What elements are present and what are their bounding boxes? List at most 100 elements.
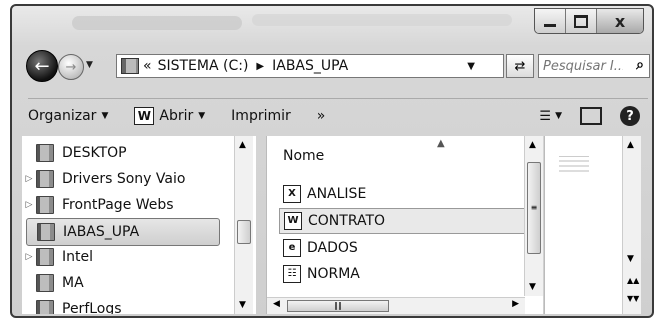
scroll-up-icon[interactable]: ▲: [239, 140, 246, 150]
nav-item-label: Drivers Sony Vaio: [62, 171, 186, 187]
chevron-down-icon: ▼: [198, 111, 206, 121]
explorer-window: x ← → ▼ « SISTEMA (C:) ▶ IABAS_UPA ▼ ⇄ ⌕…: [10, 4, 654, 318]
file-item-norma[interactable]: ☷ NORMA: [283, 262, 360, 286]
print-button[interactable]: Imprimir: [231, 108, 291, 124]
refresh-icon: ⇄: [514, 58, 526, 74]
address-row: ← → ▼ « SISTEMA (C:) ▶ IABAS_UPA ▼ ⇄ ⌕: [12, 46, 652, 82]
nav-item-intel[interactable]: ▷ Intel: [22, 244, 93, 270]
more-commands-button[interactable]: »: [317, 108, 326, 124]
chevron-down-icon: ▼: [86, 60, 93, 70]
refresh-button[interactable]: ⇄: [506, 54, 534, 78]
file-list-vertical-scrollbar[interactable]: ▲ ≡ ▼: [524, 136, 543, 296]
back-arrow-icon: ←: [34, 55, 50, 77]
file-item-analise[interactable]: X ANALISE: [283, 182, 366, 206]
recent-pages-dropdown[interactable]: ▼: [86, 60, 93, 70]
file-item-label: CONTRATO: [308, 213, 386, 229]
command-bar: Organizar ▼ W Abrir ▼ Imprimir » ☰ ▼ ?: [28, 98, 648, 133]
forward-arrow-icon: →: [65, 59, 77, 75]
forward-button[interactable]: →: [58, 54, 84, 80]
open-button[interactable]: W Abrir ▼: [134, 107, 205, 125]
navigation-pane: DESKTOP ▷ Drivers Sony Vaio ▷ FrontPage …: [22, 136, 256, 314]
address-bar[interactable]: « SISTEMA (C:) ▶ IABAS_UPA ▼: [116, 54, 504, 78]
toolbar-right: ☰ ▼ ?: [539, 106, 640, 126]
file-item-label: DADOS: [307, 240, 358, 256]
preview-pane: ▲ ▼ ▲▲ ▼▼: [544, 136, 641, 314]
view-options-icon[interactable]: ☰: [539, 109, 551, 124]
nav-item-label: FrontPage Webs: [62, 197, 174, 213]
maximize-icon: [574, 14, 588, 28]
folder-icon: [36, 170, 54, 188]
pdf-file-icon: ☷: [283, 265, 301, 283]
nav-item-perflogs[interactable]: PerfLogs: [22, 296, 122, 314]
folder-icon: [36, 300, 54, 314]
scroll-right-icon[interactable]: ▶: [512, 299, 519, 309]
breadcrumb-folder[interactable]: IABAS_UPA: [272, 58, 348, 74]
scroll-left-icon[interactable]: ◀: [273, 299, 280, 309]
next-page-icon[interactable]: ▼▼: [627, 294, 639, 303]
preview-scrollbar[interactable]: ▲ ▼ ▲▲ ▼▼: [622, 136, 641, 314]
close-icon: x: [614, 11, 626, 31]
file-list-horizontal-scrollbar[interactable]: ◀ ∥∥ ▶: [267, 297, 525, 314]
folder-icon: [36, 196, 54, 214]
spreadsheet-file-icon: X: [283, 185, 301, 203]
breadcrumb-separator-icon[interactable]: ▶: [256, 61, 264, 72]
organize-label: Organizar: [28, 108, 97, 124]
file-item-dados[interactable]: e DADOS: [283, 236, 358, 260]
scroll-thumb[interactable]: ≡: [527, 162, 541, 254]
address-dropdown-icon[interactable]: ▼: [467, 61, 475, 72]
chevron-down-icon: ▼: [101, 111, 109, 121]
nav-item-iabas-upa[interactable]: IABAS_UPA: [26, 218, 220, 246]
view-dropdown-icon[interactable]: ▼: [555, 111, 562, 121]
previous-page-icon[interactable]: ▲▲: [627, 276, 639, 285]
nav-item-desktop[interactable]: DESKTOP: [22, 140, 127, 166]
nav-scrollbar[interactable]: ▲ ▼: [234, 136, 253, 314]
file-item-contrato[interactable]: W CONTRATO: [279, 208, 531, 234]
word-file-icon: W: [284, 212, 302, 230]
file-item-label: NORMA: [307, 266, 360, 282]
nav-item-drivers-sony-vaio[interactable]: ▷ Drivers Sony Vaio: [22, 166, 185, 192]
scroll-up-icon[interactable]: ▲: [627, 140, 634, 150]
scroll-down-icon[interactable]: ▼: [529, 282, 536, 292]
scroll-thumb[interactable]: [237, 220, 251, 244]
back-button[interactable]: ←: [26, 50, 58, 82]
sort-ascending-icon: ▲: [437, 138, 445, 149]
expand-icon[interactable]: ▷: [22, 200, 36, 210]
title-bar-blur: [72, 16, 242, 30]
search-input[interactable]: [539, 57, 625, 75]
nav-item-frontpage-webs[interactable]: ▷ FrontPage Webs: [22, 192, 174, 218]
file-list: ▲ Nome X ANALISE W CONTRATO e DADOS ☷ NO…: [266, 136, 543, 314]
maximize-button[interactable]: [566, 9, 597, 33]
document-file-icon: e: [283, 239, 301, 257]
folder-icon: [36, 248, 54, 266]
help-icon[interactable]: ?: [620, 106, 640, 126]
search-box: ⌕: [538, 54, 650, 78]
scroll-down-icon[interactable]: ▼: [627, 254, 634, 264]
folder-icon: [36, 274, 54, 292]
scroll-thumb[interactable]: ∥∥: [287, 300, 389, 312]
expand-icon[interactable]: ▷: [22, 174, 36, 184]
preview-pane-icon[interactable]: [580, 107, 602, 125]
search-icon[interactable]: ⌕: [636, 57, 644, 73]
title-bar-blur-2: [252, 14, 512, 26]
expand-icon[interactable]: ▷: [22, 252, 36, 262]
nav-item-label: MA: [62, 275, 84, 291]
folder-icon: [37, 223, 55, 241]
document-preview-thumbnail: [559, 156, 589, 175]
breadcrumb-overflow[interactable]: «: [143, 58, 152, 74]
scroll-down-icon[interactable]: ▼: [239, 300, 246, 310]
more-label: »: [316, 108, 326, 124]
print-label: Imprimir: [231, 108, 291, 124]
folder-icon: [121, 58, 139, 74]
window-controls: x: [534, 8, 644, 34]
scroll-up-icon[interactable]: ▲: [529, 140, 536, 150]
word-icon: W: [134, 107, 155, 125]
organize-button[interactable]: Organizar ▼: [28, 108, 108, 124]
close-button[interactable]: x: [597, 9, 643, 33]
folder-icon: [36, 144, 54, 162]
nav-item-label: IABAS_UPA: [63, 224, 140, 240]
minimize-icon: [544, 23, 556, 27]
nav-item-ma[interactable]: MA: [22, 270, 84, 296]
minimize-button[interactable]: [535, 9, 566, 33]
breadcrumb-drive[interactable]: SISTEMA (C:): [158, 58, 249, 74]
column-header-name[interactable]: Nome: [283, 148, 324, 164]
